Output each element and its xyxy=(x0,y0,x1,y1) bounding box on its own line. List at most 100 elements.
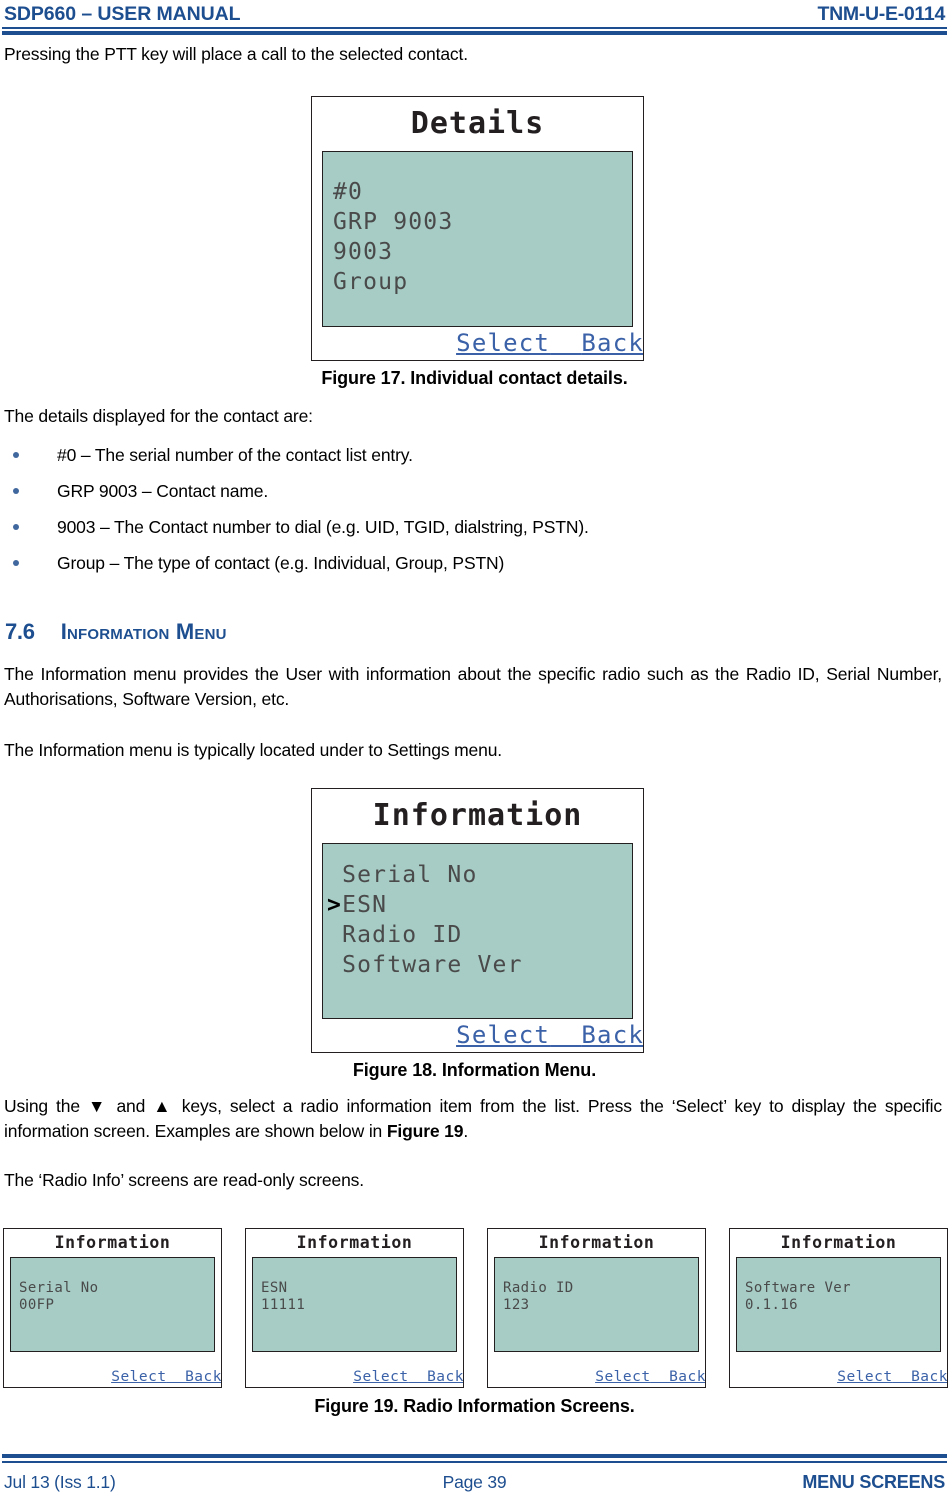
softkey-back[interactable]: Back xyxy=(427,1369,463,1385)
menu-item-label: Serial No xyxy=(342,862,478,888)
device-title-information-3: Information xyxy=(538,1233,655,1252)
lcd-value-software-ver: 0.1.16 xyxy=(745,1297,798,1313)
device-title-details: Details xyxy=(410,106,545,141)
device-screen-details: Details #0 GRP 9003 9003 Group Select Ba… xyxy=(311,96,644,361)
bullet-dot-icon xyxy=(13,560,19,566)
softkey-select[interactable]: Select xyxy=(111,1369,166,1385)
cursor-marker xyxy=(327,952,342,978)
header-document-title: SDP660 – USER MANUAL xyxy=(4,3,241,25)
device-screen-information-menu: Information Serial No >ESN Radio ID Soft… xyxy=(311,788,644,1053)
softkey-bar-software-ver: Select Back xyxy=(837,1369,947,1385)
contact-details-bullet-list: #0 – The serial number of the contact li… xyxy=(0,443,900,587)
softkey-bar-information-menu: Select Back xyxy=(456,1021,643,1049)
bullet-dot-icon xyxy=(13,524,19,530)
bullet-dot-icon xyxy=(13,488,19,494)
lcd-value-esn: 11111 xyxy=(261,1297,306,1313)
footer-rule-thick xyxy=(2,1454,947,1458)
softkey-select[interactable]: Select xyxy=(456,1021,550,1049)
cursor-marker xyxy=(327,922,342,948)
figure-19-reference: Figure 19 xyxy=(386,1121,464,1141)
lcd-line-name: GRP 9003 xyxy=(333,209,454,235)
menu-item-label: ESN xyxy=(342,892,388,918)
footer-rule-thin xyxy=(2,1461,947,1463)
footer-issue-date: Jul 13 (Iss 1.1) xyxy=(4,1472,116,1492)
cursor-marker: > xyxy=(327,892,343,918)
lcd-panel-information-menu: Serial No >ESN Radio ID Software Ver xyxy=(322,843,633,1019)
menu-item-esn[interactable]: >ESN xyxy=(323,890,632,920)
softkey-select[interactable]: Select xyxy=(353,1369,408,1385)
menu-item-label: Radio ID xyxy=(342,922,463,948)
section-heading-7-6: 7.6 Information Menu xyxy=(5,619,227,645)
lcd-line-type: Group xyxy=(333,269,409,295)
list-item: 9003 – The Contact number to dial (e.g. … xyxy=(0,515,900,551)
device-title-information-1: Information xyxy=(54,1233,171,1252)
usage-text-4: . xyxy=(463,1121,469,1141)
softkey-back[interactable]: Back xyxy=(581,1021,643,1049)
lcd-panel-serial-no: Serial No 00FP xyxy=(10,1257,215,1352)
softkey-bar-radio-id: Select Back xyxy=(595,1369,705,1385)
usage-text-2: and xyxy=(108,1096,154,1116)
header-rule-thick xyxy=(2,31,947,35)
lcd-label-esn: ESN xyxy=(261,1280,288,1296)
usage-text-1: Using the xyxy=(4,1096,88,1116)
list-item: GRP 9003 – Contact name. xyxy=(0,479,900,515)
device-screen-esn: Information ESN 11111 Select Back xyxy=(245,1228,464,1388)
device-screen-software-ver: Information Software Ver 0.1.16 Select B… xyxy=(729,1228,948,1388)
device-title-information: Information xyxy=(372,798,583,833)
header-rule-thin xyxy=(2,27,947,29)
lcd-panel-radio-id: Radio ID 123 xyxy=(494,1257,699,1352)
softkey-select[interactable]: Select xyxy=(456,329,550,357)
device-title-information-4: Information xyxy=(780,1233,897,1252)
lcd-panel-details: #0 GRP 9003 9003 Group xyxy=(322,151,633,327)
softkey-bar-esn: Select Back xyxy=(353,1369,463,1385)
lcd-value-radio-id: 123 xyxy=(503,1297,530,1313)
list-item-label: GRP 9003 – Contact name. xyxy=(57,481,269,501)
list-item-label: #0 – The serial number of the contact li… xyxy=(57,445,413,465)
menu-item-serial-no[interactable]: Serial No xyxy=(323,860,632,890)
device-title-information-2: Information xyxy=(296,1233,413,1252)
down-arrow-icon: ▼ xyxy=(87,1096,109,1116)
list-item: Group – The type of contact (e.g. Indivi… xyxy=(0,551,900,587)
softkey-back[interactable]: Back xyxy=(669,1369,705,1385)
menu-item-software-ver[interactable]: Software Ver xyxy=(323,950,632,980)
lcd-panel-esn: ESN 11111 xyxy=(252,1257,457,1352)
softkey-back[interactable]: Back xyxy=(185,1369,221,1385)
usage-paragraph: Using the ▼ and ▲ keys, select a radio i… xyxy=(4,1094,942,1144)
lcd-panel-software-ver: Software Ver 0.1.16 xyxy=(736,1257,941,1352)
menu-item-radio-id[interactable]: Radio ID xyxy=(323,920,632,950)
lcd-label-radio-id: Radio ID xyxy=(503,1280,574,1296)
list-item: #0 – The serial number of the contact li… xyxy=(0,443,900,479)
intro-paragraph: Pressing the PTT key will place a call t… xyxy=(4,44,468,64)
footer-page-number: Page 39 xyxy=(442,1472,507,1492)
header-document-number: TNM-U-E-0114 xyxy=(817,3,945,25)
lcd-value-serial-no: 00FP xyxy=(19,1297,55,1313)
lcd-label-serial-no: Serial No xyxy=(19,1280,99,1296)
section-title: Information Menu xyxy=(60,619,227,644)
page-header: SDP660 – USER MANUAL TNM-U-E-0114 xyxy=(0,0,949,40)
up-arrow-icon: ▲ xyxy=(153,1096,174,1116)
menu-item-label: Software Ver xyxy=(342,952,523,978)
footer-section-name: MENU SCREENS xyxy=(802,1472,946,1492)
bullet-dot-icon xyxy=(13,452,19,458)
list-item-label: 9003 – The Contact number to dial (e.g. … xyxy=(57,517,589,537)
device-screen-radio-id: Information Radio ID 123 Select Back xyxy=(487,1228,706,1388)
document-page: SDP660 – USER MANUAL TNM-U-E-0114 Pressi… xyxy=(0,0,949,1512)
softkey-back[interactable]: Back xyxy=(581,329,643,357)
cursor-marker xyxy=(327,862,342,888)
page-footer: Jul 13 (Iss 1.1) Page 39 MENU SCREENS xyxy=(0,1442,949,1512)
section-paragraph-2: The Information menu is typically locate… xyxy=(4,740,503,760)
readonly-paragraph: The ‘Radio Info’ screens are read-only s… xyxy=(4,1170,364,1190)
figure-17-caption: Figure 17. Individual contact details. xyxy=(321,368,628,388)
device-screen-serial-no: Information Serial No 00FP Select Back xyxy=(3,1228,222,1388)
softkey-bar-serial-no: Select Back xyxy=(111,1369,221,1385)
lcd-line-number: 9003 xyxy=(333,239,394,265)
softkey-back[interactable]: Back xyxy=(911,1369,947,1385)
figure-18-caption: Figure 18. Information Menu. xyxy=(352,1060,597,1080)
section-paragraph-1: The Information menu provides the User w… xyxy=(4,664,942,709)
softkey-select[interactable]: Select xyxy=(837,1369,892,1385)
section-number: 7.6 xyxy=(5,619,35,644)
lcd-line-serial: #0 xyxy=(333,179,364,205)
lcd-label-software-ver: Software Ver xyxy=(745,1280,851,1296)
details-intro-paragraph: The details displayed for the contact ar… xyxy=(4,406,313,426)
softkey-select[interactable]: Select xyxy=(595,1369,650,1385)
